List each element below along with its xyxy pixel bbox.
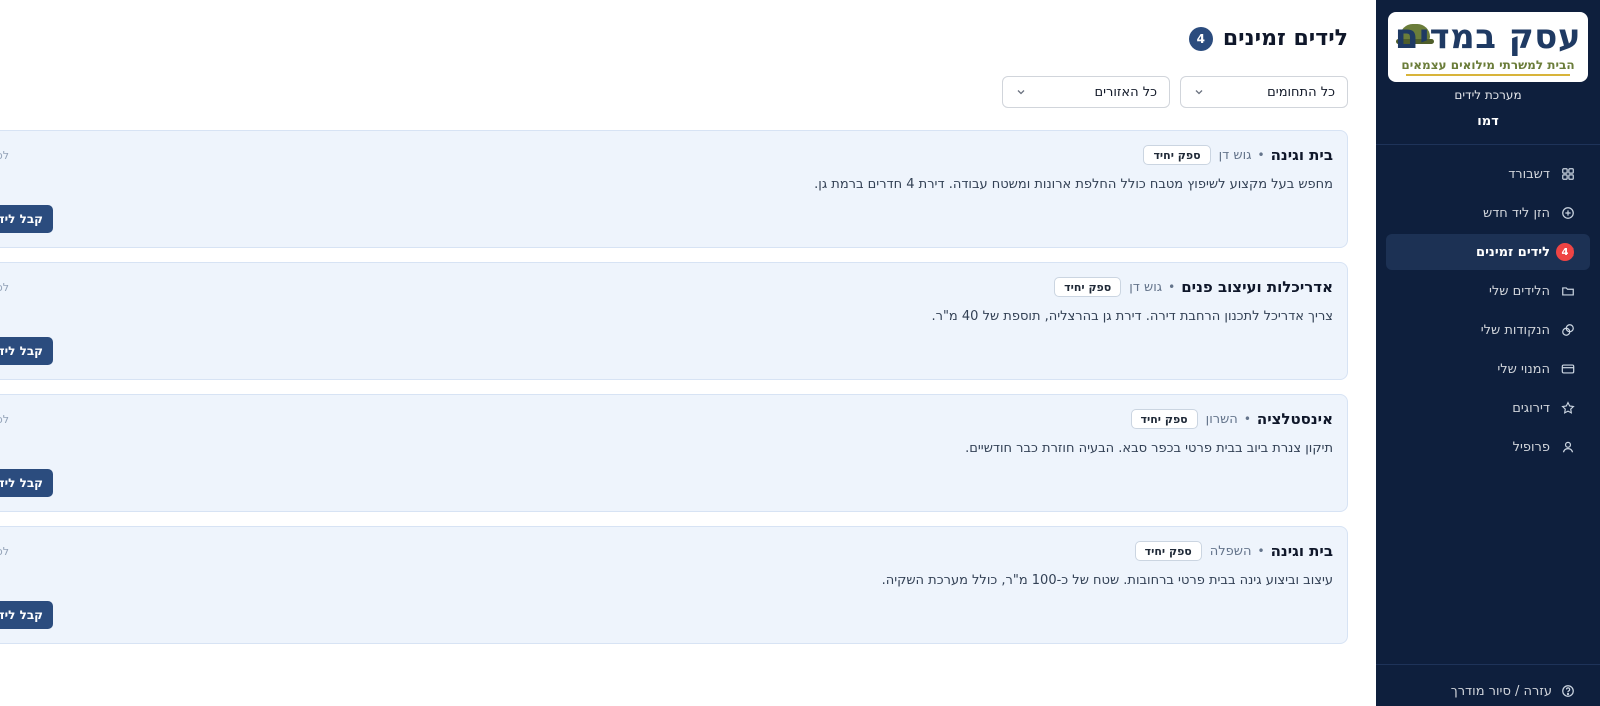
logo-underline [1406, 74, 1570, 76]
sidebar-item-label: לידים זמינים [1476, 244, 1550, 260]
system-label: מערכת לידים [1454, 88, 1522, 102]
category-filter-select[interactable]: כל התחומים [1180, 76, 1348, 108]
leads-count-badge: 4 [1556, 243, 1574, 261]
sidebar-item-available-leads[interactable]: לידים זמינים 4 [1386, 234, 1590, 270]
sidebar-item-new-lead[interactable]: הזן ליד חדש [1386, 195, 1590, 231]
lead-card: אדריכלות ועיצוב פנים • גוש דן ספק יחיד צ… [0, 262, 1348, 380]
chevron-down-icon [1193, 86, 1205, 98]
lead-tag: ספק יחיד [1143, 145, 1211, 165]
region-filter-value: כל האזורים [1094, 84, 1158, 100]
lead-description: עיצוב וביצוע גינה בבית פרטי ברחובות. שטח… [881, 573, 1333, 588]
category-filter-value: כל התחומים [1267, 84, 1335, 100]
separator-dot: • [1257, 148, 1265, 162]
lead-time: לפני [0, 545, 9, 558]
page-header: לידים זמינים 4 [1188, 26, 1348, 51]
grid-icon [1560, 166, 1576, 182]
sidebar-item-dashboard[interactable]: דשבורד [1386, 156, 1590, 192]
plus-circle-icon [1560, 205, 1576, 221]
sidebar-nav: דשבורד הזן ליד חדש לידים זמינים 4 הלידים… [1386, 156, 1590, 468]
separator-dot: • [1243, 412, 1251, 426]
separator-dot: • [1257, 544, 1265, 558]
sidebar: עסק במדים הבית למשרתי מילואים עצמאים מער… [1376, 0, 1600, 706]
lead-card: בית וגינה • גוש דן ספק יחיד מחפש בעל מקצ… [0, 130, 1348, 248]
lead-region: גוש דן [1218, 147, 1252, 163]
lead-time: לפני [0, 281, 9, 294]
lead-time: לפני [0, 149, 9, 162]
sidebar-item-my-subscription[interactable]: המנוי שלי [1386, 351, 1590, 387]
star-icon [1560, 400, 1576, 416]
accept-lead-button[interactable]: קבל ליד [0, 205, 53, 233]
lead-header: בית וגינה • השפלה ספק יחיד [1134, 541, 1333, 561]
lead-card: בית וגינה • השפלה ספק יחיד עיצוב וביצוע … [0, 526, 1348, 644]
sidebar-item-label: פרופיל [1512, 439, 1550, 455]
credit-card-icon [1560, 361, 1576, 377]
sidebar-item-ratings[interactable]: דירוגים [1386, 390, 1590, 426]
sidebar-item-label: הלידים שלי [1488, 283, 1550, 299]
lead-header: אדריכלות ועיצוב פנים • גוש דן ספק יחיד [1054, 277, 1333, 297]
leads-count-badge: 4 [1188, 26, 1213, 51]
lead-region: השפלה [1209, 543, 1252, 559]
filters: כל התחומים כל האזורים [1002, 76, 1348, 108]
logo-subtitle: הבית למשרתי מילואים עצמאים [1401, 58, 1575, 72]
lead-region: השרון [1205, 411, 1238, 427]
lead-description: צריך אדריכל לתכנון הרחבת דירה. דירת גן ב… [931, 309, 1333, 324]
sidebar-item-my-leads[interactable]: הלידים שלי [1386, 273, 1590, 309]
sidebar-item-label: דשבורד [1508, 166, 1550, 182]
lead-region: גוש דן [1129, 279, 1163, 295]
sidebar-item-label: דירוגים [1512, 400, 1550, 416]
chevron-down-icon [1015, 86, 1027, 98]
folder-icon [1560, 283, 1576, 299]
lead-tag: ספק יחיד [1130, 409, 1198, 429]
lead-title: בית וגינה [1270, 542, 1333, 560]
sidebar-item-my-points[interactable]: הנקודות שלי [1386, 312, 1590, 348]
region-filter-select[interactable]: כל האזורים [1002, 76, 1170, 108]
user-icon [1560, 439, 1576, 455]
logo-title: עסק במדים [1394, 17, 1582, 57]
sidebar-divider [1376, 664, 1600, 665]
lead-tag: ספק יחיד [1054, 277, 1122, 297]
sidebar-item-label: המנוי שלי [1497, 361, 1550, 377]
lead-description: מחפש בעל מקצוע לשיפוץ מטבח כולל החלפת אר… [814, 177, 1333, 192]
coins-icon [1560, 322, 1576, 338]
sidebar-item-label: הזן ליד חדש [1483, 205, 1550, 221]
lead-time: לפני [0, 413, 9, 426]
lead-card: אינסטלציה • השרון ספק יחיד תיקון צנרת בי… [0, 394, 1348, 512]
separator-dot: • [1168, 280, 1176, 294]
user-name: דמו [1477, 114, 1499, 129]
help-circle-icon [1560, 683, 1576, 699]
accept-lead-button[interactable]: קבל ליד [0, 469, 53, 497]
lead-title: אינסטלציה [1256, 410, 1333, 428]
lead-title: בית וגינה [1270, 146, 1333, 164]
sidebar-item-profile[interactable]: פרופיל [1386, 429, 1590, 465]
sidebar-item-label: הנקודות שלי [1480, 322, 1550, 338]
lead-description: תיקון צנרת ביוב בבית פרטי בכפר סבא. הבעי… [965, 441, 1333, 456]
sidebar-divider [1376, 144, 1600, 145]
page-title: לידים זמינים [1222, 26, 1348, 51]
help-label: עזרה / סיור מודרך [1450, 683, 1552, 699]
help-tour-link[interactable]: עזרה / סיור מודרך [1451, 683, 1576, 699]
accept-lead-button[interactable]: קבל ליד [0, 601, 53, 629]
logo: עסק במדים הבית למשרתי מילואים עצמאים [1388, 12, 1588, 82]
lead-tag: ספק יחיד [1134, 541, 1202, 561]
lead-header: בית וגינה • גוש דן ספק יחיד [1143, 145, 1333, 165]
accept-lead-button[interactable]: קבל ליד [0, 337, 53, 365]
lead-header: אינסטלציה • השרון ספק יחיד [1130, 409, 1333, 429]
main-content: לידים זמינים 4 כל התחומים כל האזורים בית… [0, 0, 1376, 706]
lead-title: אדריכלות ועיצוב פנים [1181, 278, 1333, 296]
